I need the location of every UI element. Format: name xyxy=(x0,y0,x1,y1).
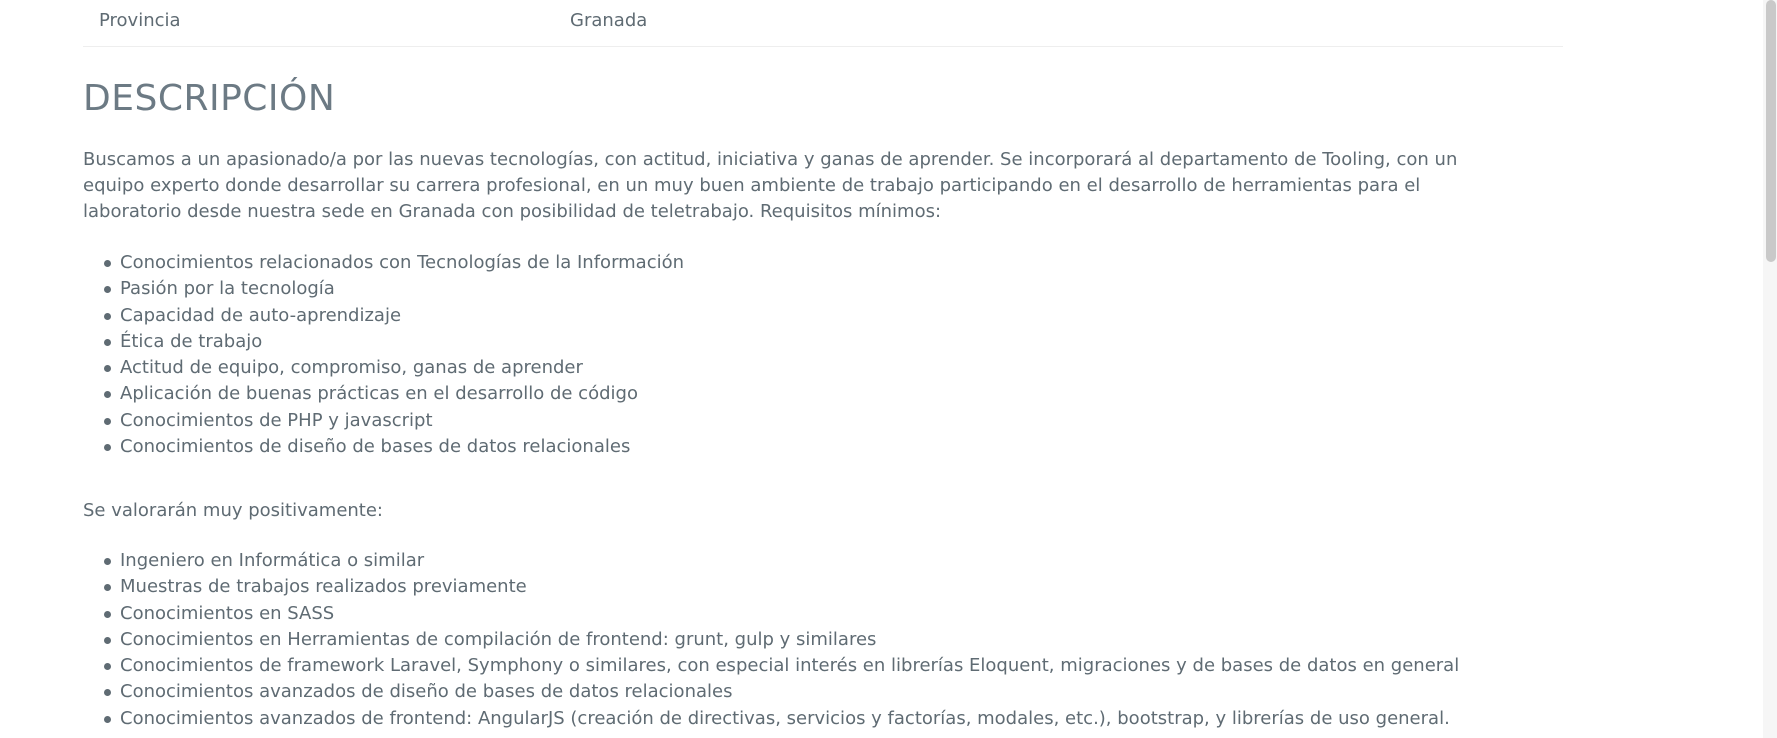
bullet-icon xyxy=(104,391,111,399)
bullet-icon xyxy=(104,715,111,723)
list-item-text: Aplicación de buenas prácticas en el des… xyxy=(120,383,638,405)
list-item-text: Actitud de equipo, compromiso, ganas de … xyxy=(120,357,583,379)
list-item: Conocimientos de PHP y javascript xyxy=(83,408,684,434)
list-item-text: Conocimientos avanzados de diseño de bas… xyxy=(120,681,733,703)
bullet-icon xyxy=(104,636,111,644)
list-item: Conocimientos en SASS xyxy=(83,601,1459,627)
bullet-icon xyxy=(104,286,111,294)
list-item: Ingeniero en Informática o similar xyxy=(83,548,1459,574)
list-item-text: Conocimientos en Herramientas de compila… xyxy=(120,628,877,650)
bullet-icon xyxy=(104,610,111,618)
bullet-icon xyxy=(104,584,111,592)
list-item: Ética de trabajo xyxy=(83,329,684,355)
description-paragraph: Buscamos a un apasionado/a por las nueva… xyxy=(83,149,1458,222)
list-item-text: Ingeniero en Informática o similar xyxy=(120,550,425,571)
list-item-text: Conocimientos de framework Laravel, Symp… xyxy=(120,655,1460,677)
list-item-text: Conocimientos en SASS xyxy=(120,602,335,624)
list-item-text: Pasión por la tecnología xyxy=(120,278,335,300)
list-item-text: Ética de trabajo xyxy=(120,330,263,352)
bullet-icon xyxy=(104,663,111,671)
list-item: Conocimientos de framework Laravel, Symp… xyxy=(83,653,1459,679)
list-item: Conocimientos relacionados con Tecnologí… xyxy=(83,250,684,276)
list-item-text: Capacidad de auto-aprendizaje xyxy=(120,304,402,326)
positive-heading: Se valorarán muy positivamente: xyxy=(83,500,383,521)
section-title: DESCRIPCIÓN xyxy=(83,78,336,119)
positives-list: Ingeniero en Informática o similar Muest… xyxy=(83,548,1459,732)
bullet-icon xyxy=(104,312,111,320)
list-item: Conocimientos avanzados de frontend: Ang… xyxy=(83,706,1459,732)
bullet-icon xyxy=(104,417,111,425)
bullet-icon xyxy=(104,365,111,373)
bullet-icon xyxy=(104,260,111,267)
bullet-icon xyxy=(104,558,111,565)
bullet-icon xyxy=(104,689,111,697)
list-item-text: Conocimientos de diseño de bases de dato… xyxy=(120,436,631,458)
list-item-text: Muestras de trabajos realizados previame… xyxy=(120,576,527,598)
list-item: Pasión por la tecnología xyxy=(83,276,684,302)
list-item-text: Conocimientos de PHP y javascript xyxy=(120,409,433,431)
list-item: Capacidad de auto-aprendizaje xyxy=(83,303,684,329)
detail-key: Provincia xyxy=(99,10,181,31)
detail-value: Granada xyxy=(570,10,648,31)
bullet-icon xyxy=(104,338,111,346)
detail-row-provincia: Provincia Granada xyxy=(83,0,1563,47)
vertical-scrollbar[interactable] xyxy=(1763,0,1777,738)
job-offer-page: Provincia Granada DESCRIPCIÓN Buscamos a… xyxy=(0,0,1777,738)
list-item: Aplicación de buenas prácticas en el des… xyxy=(83,381,684,407)
list-item: Conocimientos en Herramientas de compila… xyxy=(83,627,1459,653)
list-item-text: Conocimientos relacionados con Tecnologí… xyxy=(120,252,685,273)
requirements-list: Conocimientos relacionados con Tecnologí… xyxy=(83,250,684,460)
list-item: Conocimientos avanzados de diseño de bas… xyxy=(83,679,1459,705)
list-item: Conocimientos de diseño de bases de dato… xyxy=(83,434,684,460)
list-item: Muestras de trabajos realizados previame… xyxy=(83,574,1459,600)
list-item: Actitud de equipo, compromiso, ganas de … xyxy=(83,355,684,381)
bullet-icon xyxy=(104,444,111,452)
scrollbar-thumb[interactable] xyxy=(1766,0,1776,262)
list-item-text: Conocimientos avanzados de frontend: Ang… xyxy=(120,707,1450,729)
